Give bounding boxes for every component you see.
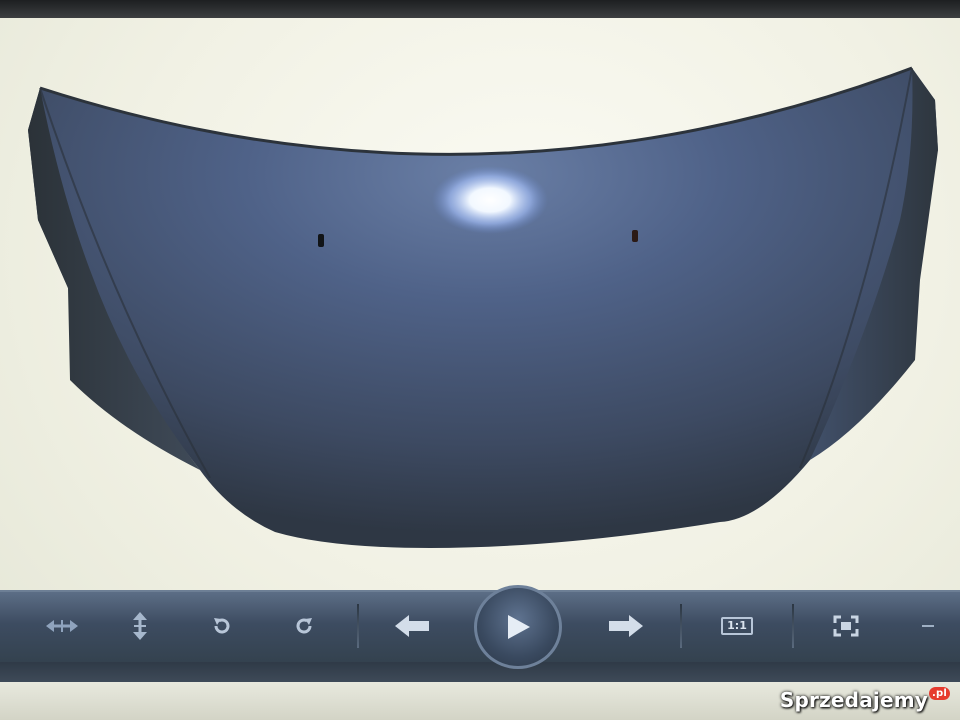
fit-width-icon xyxy=(46,620,78,632)
site-watermark: Sprzedajemy .pl xyxy=(779,687,950,712)
car-hood-image xyxy=(28,66,938,548)
light-glare xyxy=(432,166,548,234)
watermark-brand: Sprzedajemy xyxy=(779,688,928,712)
actual-size-label: 1:1 xyxy=(727,619,747,632)
fit-width-button[interactable] xyxy=(38,598,86,654)
washer-slot-right xyxy=(632,230,638,242)
rotate-ccw-icon xyxy=(214,618,230,634)
toolbar-bottom-edge xyxy=(0,662,960,682)
play-icon xyxy=(508,615,530,639)
washer-slot-left xyxy=(318,234,324,247)
arrow-left-icon xyxy=(395,615,429,637)
actual-size-button[interactable]: 1:1 xyxy=(714,598,760,654)
fullscreen-button[interactable] xyxy=(826,598,866,654)
toolbar-separator xyxy=(357,604,359,648)
toolbar-separator xyxy=(792,604,794,648)
rotate-cw-icon xyxy=(296,618,312,634)
next-button[interactable] xyxy=(602,598,650,654)
rotate-left-button[interactable] xyxy=(202,598,242,654)
minus-icon xyxy=(922,625,934,627)
more-button[interactable] xyxy=(916,598,940,654)
arrow-right-icon xyxy=(609,615,643,637)
actual-size-icon: 1:1 xyxy=(721,617,753,635)
fit-height-button[interactable] xyxy=(120,598,160,654)
hood-surface xyxy=(28,68,938,548)
play-button[interactable] xyxy=(474,585,562,669)
toolbar-separator xyxy=(680,604,682,648)
watermark-tld: .pl xyxy=(929,687,950,700)
fit-height-icon xyxy=(133,612,147,640)
rotate-right-button[interactable] xyxy=(284,598,324,654)
fullscreen-icon xyxy=(833,615,859,637)
previous-button[interactable] xyxy=(388,598,436,654)
